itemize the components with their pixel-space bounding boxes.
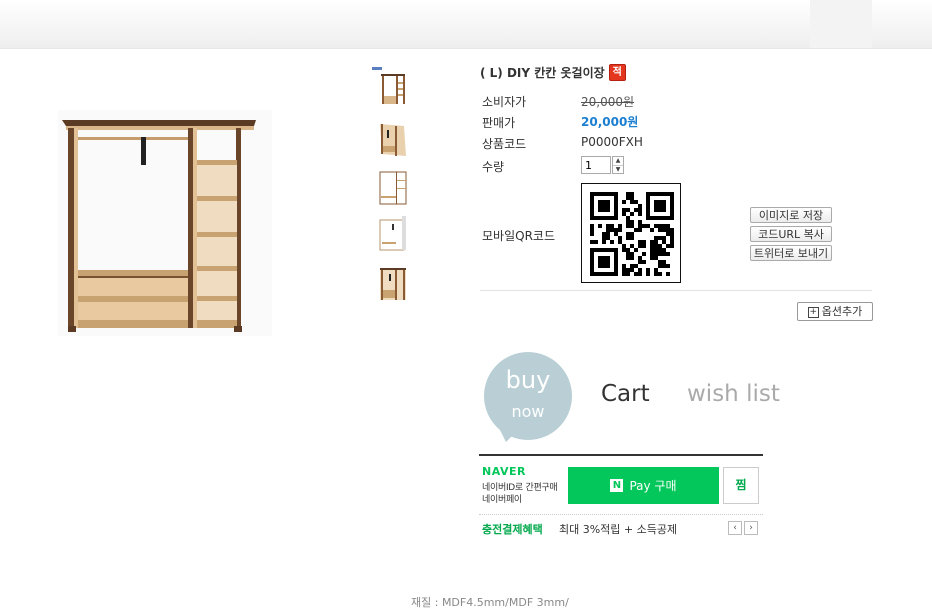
jjim-button[interactable]: 찜 [723,467,759,504]
now-label: now [511,402,545,421]
qr-code-icon [590,192,674,276]
product-code-value: P0000FXH [581,135,643,149]
product-title: ( L) DIY 칸칸 옷걸이장 적 [480,64,626,81]
product-main-image [58,110,272,336]
cart-button[interactable]: Cart [601,381,650,407]
naver-pay-label: Pay 구매 [629,479,677,493]
naver-n-icon: N [610,479,624,492]
next-arrow-icon[interactable]: › [744,521,758,535]
quantity-stepper: ▲ ▼ [612,156,624,174]
thumbnail-5[interactable] [370,262,414,304]
dotted-divider [479,514,763,515]
quantity-up-icon[interactable]: ▲ [613,157,623,166]
add-option-label: 옵션추가 [821,305,863,318]
consumer-price-label: 소비자가 [482,95,527,109]
sale-price-label: 판매가 [482,116,516,130]
naver-pay-top-border [479,454,763,456]
naver-pay-button[interactable]: N Pay 구매 [568,467,719,504]
wish-list-button[interactable]: wish list [687,381,780,407]
buy-label: buy [505,366,551,394]
quantity-input[interactable] [581,156,611,174]
thumbnail-1[interactable] [370,66,414,108]
add-option-button[interactable]: + 옵션추가 [797,302,873,321]
prev-arrow-icon[interactable]: ‹ [728,521,742,535]
send-twitter-button[interactable]: 트위터로 보내기 [750,245,832,261]
divider [480,290,872,291]
mobile-qr-label: 모바일QR코드 [482,229,555,243]
naver-logo: NAVER [482,465,526,478]
buy-now-button[interactable]: buy now [482,352,574,444]
product-code-label: 상품코드 [482,137,527,151]
product-title-text: ( L) DIY 칸칸 옷걸이장 [480,66,605,80]
charge-benefit-label: 충전결제혜택 [482,523,543,536]
save-as-image-button[interactable]: 이미지로 저장 [750,207,832,223]
charge-benefit-text: 최대 3%적립 + 소득공제 [559,523,678,536]
sale-price-value: 20,000원 [581,115,639,129]
qr-code [581,183,681,283]
top-banner [0,0,932,49]
reserve-badge: 적 [608,64,626,81]
quantity-down-icon[interactable]: ▼ [613,166,623,174]
naver-line-2: 네이버페이 [482,495,522,505]
copy-url-button[interactable]: 코드URL 복사 [750,226,832,242]
thumbnail-3[interactable] [370,166,414,208]
thumbnail-2[interactable] [370,118,414,160]
consumer-price-value: 20,000원 [581,95,635,109]
top-banner-right [810,0,872,48]
thumbnail-4[interactable] [370,212,414,254]
plus-icon: + [807,306,819,318]
material-text: 재질 : MDF4.5mm/MDF 3mm/ [411,596,569,609]
quantity-label: 수량 [482,160,505,174]
